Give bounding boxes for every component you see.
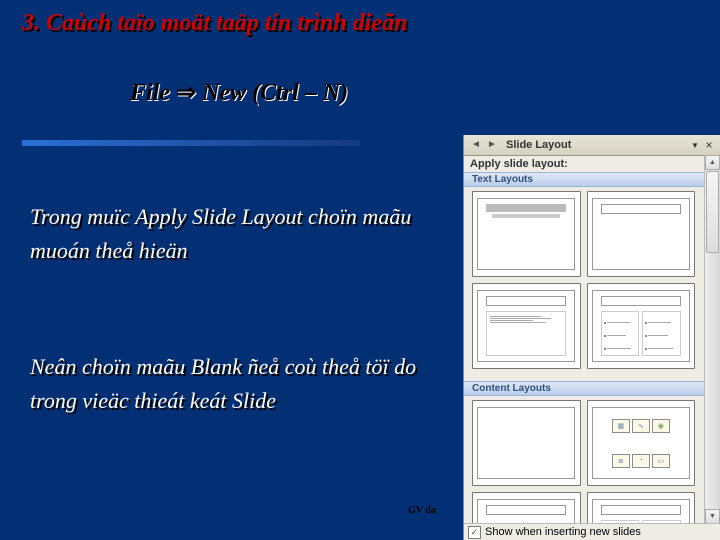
text-layouts-grid	[464, 187, 705, 381]
layout-title-text[interactable]	[472, 283, 581, 369]
pane-title: Slide Layout	[506, 139, 688, 151]
slide-heading: 3. Caùch taïo moät taäp tin trình dieãn	[22, 10, 407, 37]
layout-title-only[interactable]	[587, 191, 696, 277]
layout-blank[interactable]	[472, 400, 581, 486]
layout-title-slide[interactable]	[472, 191, 581, 277]
nav-back-icon[interactable]: ◄	[468, 137, 484, 153]
show-on-insert-label: Show when inserting new slides	[485, 526, 641, 538]
pane-header: ◄ ► Slide Layout ▼ ×	[464, 135, 720, 156]
instruction-new: New (Ctrl – N)	[196, 80, 348, 106]
nav-forward-icon[interactable]: ►	[484, 137, 500, 153]
layout-content[interactable]: ▦∿◉ ≣◔▭	[587, 400, 696, 486]
scroll-up-icon[interactable]: ▲	[705, 155, 720, 170]
layout-two-content-title[interactable]: ▦◉≣▭ ▦◉≣▭	[587, 492, 696, 524]
arrow-icon: ⇒	[176, 79, 196, 106]
pane-scrollbar[interactable]: ▲ ▼	[704, 155, 720, 524]
layout-two-column-text[interactable]	[587, 283, 696, 369]
layout-content-title[interactable]: ▦∿◉ ≣◔▭	[472, 492, 581, 524]
show-on-insert-checkbox[interactable]: ✓	[468, 526, 481, 539]
apply-layout-label: Apply slide layout:	[464, 155, 705, 172]
paragraph-1: Trong muïc Apply Slide Layout choïn maãu…	[30, 200, 450, 268]
scroll-down-icon[interactable]: ▼	[705, 509, 720, 524]
scroll-thumb[interactable]	[706, 171, 719, 253]
content-layouts-grid: ▦∿◉ ≣◔▭ ▦∿◉ ≣◔▭ ▦◉≣▭	[464, 396, 705, 524]
author-credit: GV da	[408, 505, 436, 516]
instruction-line: File ⇒ New (Ctrl – N)	[130, 78, 348, 107]
pane-close-icon[interactable]: ×	[702, 138, 716, 152]
section-text-layouts: Text Layouts	[464, 172, 705, 187]
paragraph-2: Neân choïn maãu Blank ñeå coù theå töï d…	[30, 350, 450, 418]
section-content-layouts: Content Layouts	[464, 381, 705, 396]
instruction-file: File	[130, 80, 176, 106]
slide-layout-pane: ◄ ► Slide Layout ▼ × Apply slide layout:…	[463, 135, 720, 540]
pane-footer: ✓ Show when inserting new slides	[464, 523, 720, 540]
pane-menu-icon[interactable]: ▼	[688, 141, 702, 150]
horizontal-rule	[22, 140, 360, 146]
